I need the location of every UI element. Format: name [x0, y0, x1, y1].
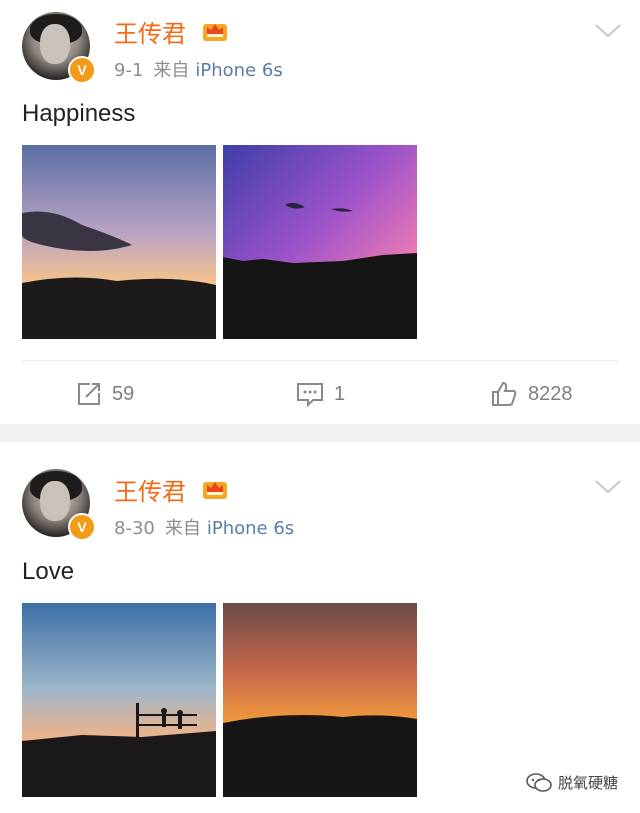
avatar-face — [40, 24, 70, 64]
chevron-down-icon[interactable] — [594, 22, 622, 40]
post-meta: 9-1 来自 iPhone 6s — [114, 56, 283, 82]
wechat-icon — [526, 772, 552, 792]
watermark-label: 脱氧硬糖 — [557, 774, 618, 792]
post-text: Love — [22, 558, 75, 585]
post-photo[interactable] — [22, 145, 216, 339]
post-meta: 8-30 来自 iPhone 6s — [114, 514, 294, 540]
post-date: 8-30 — [114, 518, 155, 539]
verified-v-icon: V — [68, 513, 96, 541]
repost-icon — [78, 383, 100, 405]
weibo-post: V 王传君 8-30 来自 iPhone 6s Love 脱氧硬糖 — [0, 442, 640, 813]
comment-button[interactable]: 1 — [296, 374, 345, 414]
post-source[interactable]: iPhone 6s — [207, 518, 294, 539]
crown-icon[interactable] — [202, 18, 228, 42]
via-label: 来自 — [164, 518, 201, 539]
watermark: 脱氧硬糖 — [526, 772, 618, 793]
username[interactable]: 王传君 — [114, 14, 186, 49]
post-source[interactable]: iPhone 6s — [195, 60, 282, 81]
divider — [22, 360, 618, 361]
post-photo[interactable] — [22, 603, 216, 797]
post-photo[interactable] — [223, 603, 417, 797]
comment-count: 1 — [334, 382, 346, 405]
like-button[interactable]: 8228 — [490, 374, 573, 414]
avatar-face — [40, 481, 70, 521]
via-label: 来自 — [153, 60, 190, 81]
repost-count: 59 — [112, 382, 135, 405]
crown-icon[interactable] — [202, 476, 228, 500]
weibo-post: V 王传君 9-1 来自 iPhone 6s Happiness 59 1 82… — [0, 0, 640, 424]
post-date: 9-1 — [114, 60, 144, 81]
post-photo[interactable] — [223, 145, 417, 339]
post-text: Happiness — [22, 100, 136, 127]
thumbs-up-icon — [492, 381, 517, 406]
repost-button[interactable]: 59 — [76, 374, 134, 414]
chevron-down-icon[interactable] — [594, 478, 622, 496]
comment-icon — [297, 383, 323, 407]
username[interactable]: 王传君 — [114, 472, 186, 507]
like-count: 8228 — [528, 382, 573, 405]
post-separator — [0, 424, 640, 442]
verified-v-icon: V — [68, 56, 96, 84]
